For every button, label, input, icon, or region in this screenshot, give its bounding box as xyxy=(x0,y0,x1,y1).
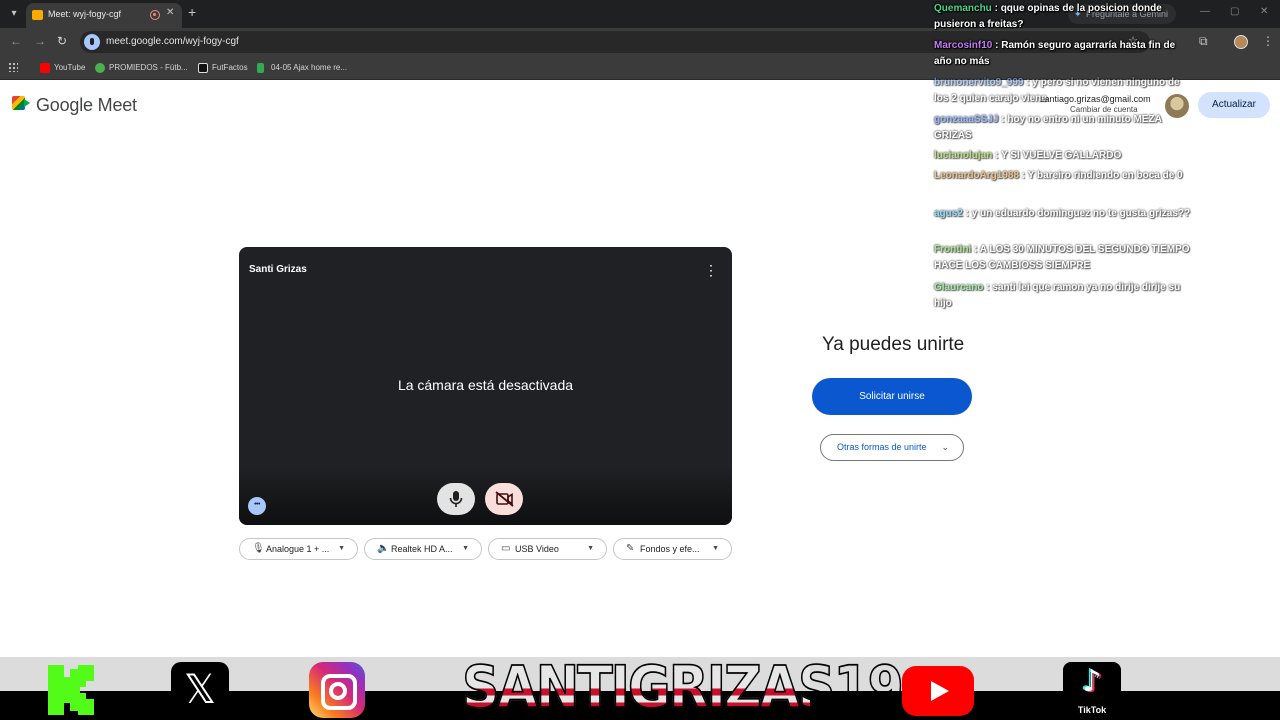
promiedos-icon xyxy=(95,63,105,73)
reload-icon[interactable]: ↻ xyxy=(57,34,67,48)
tab-close-icon[interactable]: ✕ xyxy=(166,7,174,18)
url-text: meet.google.com/wyj-fogy-cgf xyxy=(106,36,239,47)
bookmark-label: 04-05 Ajax home re... xyxy=(271,63,348,72)
tab-title: Meet: wyj-fogy-cgf xyxy=(48,9,122,19)
effects-select[interactable]: ✎ Fondos y efe... ▼ xyxy=(613,538,732,560)
bookmark-ajax[interactable]: 04-05 Ajax home re... xyxy=(257,61,347,75)
visual-effects-button[interactable] xyxy=(248,497,266,515)
chat-username: agus2 xyxy=(934,208,963,219)
dropdown-caret-icon: ▼ xyxy=(338,545,345,552)
camera-preview: Santi Grizas ⋮ La cámara está desactivad… xyxy=(239,247,732,525)
chat-text: Y bareiro rindiendo en boca de 0 xyxy=(1027,170,1183,181)
chat-username: Frontini xyxy=(934,244,972,255)
site-info-mic-icon[interactable] xyxy=(84,34,100,50)
youtube-logo-icon xyxy=(902,666,974,716)
bookmark-futfactos[interactable]: FutFactos xyxy=(198,61,248,75)
chat-message: gonzaaaSSJJ : hoy no entro ni un minuto … xyxy=(934,114,1162,141)
bookmark-label: FutFactos xyxy=(212,63,248,72)
chat-username: lucianolujan xyxy=(934,150,993,161)
browser-menu-icon[interactable]: ⋮ xyxy=(1262,34,1274,48)
chat-message: Glaurcano : santi lei que ramon ya no di… xyxy=(934,282,1181,309)
bookmark-label: YouTube xyxy=(54,63,86,72)
maximize-icon[interactable]: ▢ xyxy=(1230,6,1239,17)
camera-select[interactable]: ▭ USB Video ▼ xyxy=(488,538,607,560)
microphone-icon xyxy=(449,491,463,507)
extensions-puzzle-icon[interactable]: ⧉ xyxy=(1199,34,1208,49)
chat-message: Quemanchu : qque opinas de la posicion d… xyxy=(934,3,1162,30)
chat-username: gonzaaaSSJJ xyxy=(934,114,999,125)
chat-message: lucianolujan : Y SI VUELVE GALLARDO xyxy=(934,150,1122,161)
ask-to-join-button[interactable]: Solicitar unirse xyxy=(812,378,972,415)
browser-profile-avatar[interactable] xyxy=(1234,35,1248,49)
chat-message: LeonardoArg1988 : Y bareiro rindiendo en… xyxy=(934,170,1183,181)
bookmark-label: PROMIEDOS - Fútb... xyxy=(109,63,188,72)
more-options-icon[interactable]: ⋮ xyxy=(704,261,718,279)
participant-name: Santi Grizas xyxy=(249,264,307,275)
minimize-icon[interactable]: — xyxy=(1200,6,1210,17)
camera-toggle-button[interactable] xyxy=(485,483,523,515)
youtube-icon xyxy=(40,63,50,73)
device-label: Fondos y efe... xyxy=(640,544,700,554)
bookmark-youtube[interactable]: YouTube xyxy=(40,61,85,75)
futfactos-icon xyxy=(198,63,208,73)
channel-name-logo: SANTIGRIZAS19 xyxy=(461,653,904,720)
bookmark-promiedos[interactable]: PROMIEDOS - Fútb... xyxy=(95,61,188,75)
dropdown-caret-icon: ▼ xyxy=(587,545,594,552)
camera-status-text: La cámara está desactivada xyxy=(397,377,574,393)
meet-favicon-icon xyxy=(32,10,43,20)
browser-tab-meet[interactable]: Meet: wyj-fogy-cgf ✕ xyxy=(26,3,182,28)
effects-icon: ✎ xyxy=(626,543,635,554)
device-label: Analogue 1 + ... xyxy=(266,544,330,554)
microphone-select[interactable]: 🎙 Analogue 1 + ... ▼ xyxy=(239,538,358,560)
page-icon xyxy=(257,63,264,73)
camera-off-icon xyxy=(495,491,514,507)
kick-logo-icon xyxy=(48,665,94,715)
other-ways-label: Otras formas de unirte xyxy=(837,442,927,452)
dropdown-caret-icon: ▼ xyxy=(462,545,469,552)
chat-text: A LOS 30 MINUTOS DEL SEGUNDO TIEMPO HACE… xyxy=(934,244,1190,271)
video-camera-icon: ▭ xyxy=(501,543,511,554)
back-arrow-icon[interactable]: ← xyxy=(10,34,22,48)
new-tab-plus-icon[interactable]: + xyxy=(188,5,196,19)
chat-username: Quemanchu xyxy=(934,3,992,14)
chevron-down-icon: ⌄ xyxy=(941,442,949,452)
ready-to-join-title: Ya puedes unirte xyxy=(822,334,965,355)
apps-grid-icon[interactable] xyxy=(8,62,18,72)
tiktok-note-icon: ♪ xyxy=(1082,664,1102,699)
brand-title: Google Meet xyxy=(36,95,137,115)
chat-message: Marcosinf10 : Ramón seguro agarraría has… xyxy=(934,40,1176,67)
x-logo-icon: 𝕏 xyxy=(171,662,229,718)
chat-username: Marcosinf10 xyxy=(934,40,993,51)
chat-message: Frontini : A LOS 30 MINUTOS DEL SEGUNDO … xyxy=(934,244,1190,271)
chat-username: brunonervito9_999 xyxy=(934,77,1024,88)
device-label: USB Video xyxy=(515,544,559,554)
microphone-toggle-button[interactable] xyxy=(437,483,475,515)
microphone-icon: 🎙 xyxy=(252,543,265,554)
other-ways-to-join-button[interactable]: Otras formas de unirte ⌄ xyxy=(820,434,964,461)
recording-indicator-icon xyxy=(150,10,160,20)
device-label: Realtek HD A... xyxy=(391,544,453,554)
dropdown-caret-icon: ▼ xyxy=(712,545,719,552)
speaker-icon: 🔈 xyxy=(377,543,390,554)
forward-arrow-icon[interactable]: → xyxy=(34,34,46,48)
tiktok-label: TikTok xyxy=(1077,705,1107,715)
speaker-select[interactable]: 🔈 Realtek HD A... ▼ xyxy=(364,538,482,560)
google-meet-logo-icon xyxy=(12,96,30,110)
window-close-icon[interactable]: ✕ xyxy=(1260,6,1268,17)
chat-message: agus2 : y un eduardo dominguez no te gus… xyxy=(934,208,1191,219)
chat-message: brunonervito9_999 : y pero si no vienen … xyxy=(934,77,1180,104)
chat-username: Glaurcano xyxy=(934,282,984,293)
chat-text: Y SI VUELVE GALLARDO xyxy=(1001,150,1122,161)
update-button[interactable]: Actualizar xyxy=(1198,92,1270,118)
instagram-logo-icon xyxy=(309,662,365,718)
tiktok-logo-icon: ♪ TikTok xyxy=(1063,662,1121,718)
tab-search-chevron-icon[interactable]: ▾ xyxy=(5,5,23,23)
chat-text: y un eduardo dominguez no te gusta griza… xyxy=(971,208,1191,219)
chat-username: LeonardoArg1988 xyxy=(934,170,1020,181)
